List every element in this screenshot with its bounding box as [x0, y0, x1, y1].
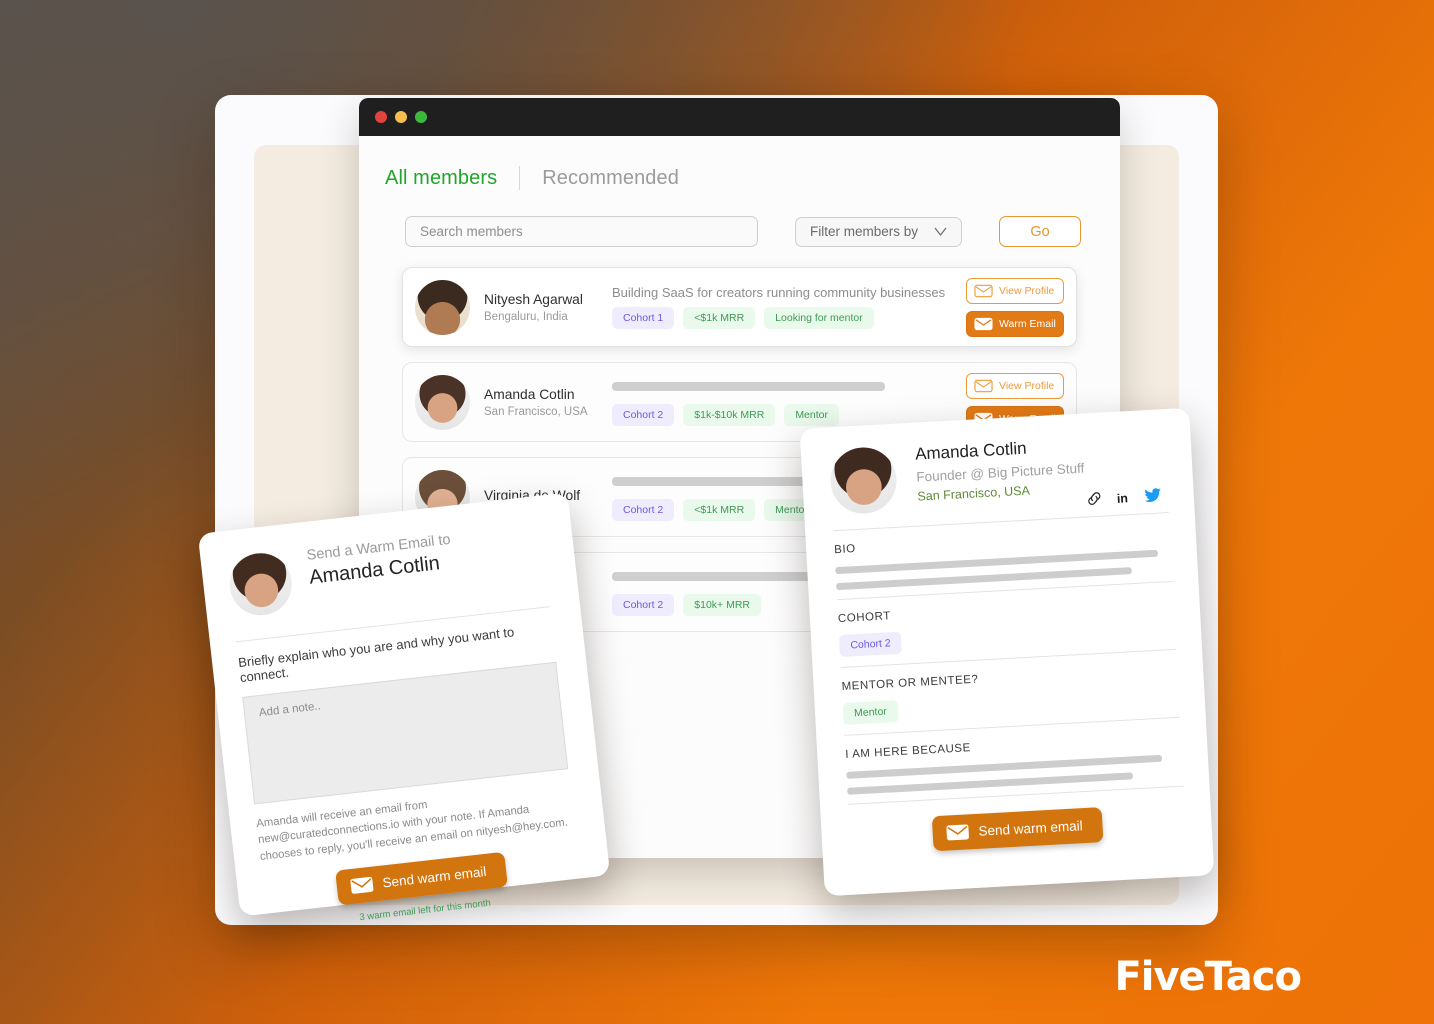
search-input[interactable]	[405, 216, 758, 247]
member-location: San Francisco, USA	[484, 406, 588, 419]
avatar	[415, 279, 470, 335]
envelope-icon	[946, 824, 969, 841]
tag-cohort: Cohort 1	[612, 307, 675, 329]
member-tags: Cohort 1 <$1k MRR Looking for mentor	[612, 307, 958, 329]
member-location: Bengaluru, India	[484, 311, 568, 324]
member-name: Amanda Cotlin	[484, 386, 575, 402]
link-icon[interactable]	[1085, 490, 1103, 508]
send-warm-email-label: Send warm email	[381, 864, 488, 891]
members-tabs: All members Recommended	[359, 166, 1120, 190]
tag-mentorship: Mentor	[784, 404, 839, 426]
view-profile-button[interactable]: View Profile	[966, 372, 1064, 399]
member-identity: Amanda Cotlin San Francisco, USA	[484, 386, 606, 418]
send-warm-email-button[interactable]: Send warm email	[931, 807, 1104, 852]
tag-mrr: $10k+ MRR	[683, 594, 762, 616]
filter-select-label: Filter members by	[810, 224, 919, 239]
avatar	[415, 374, 470, 430]
member-details: Building SaaS for creators running commu…	[606, 285, 958, 329]
warm-email-label: Warm Email	[999, 317, 1056, 330]
envelope-icon	[350, 877, 374, 894]
tag-mentorship: Looking for mentor	[764, 307, 874, 329]
warm-email-header: Send a Warm Email to Amanda Cotlin	[226, 522, 547, 619]
tab-all-members[interactable]: All members	[385, 167, 497, 190]
svg-text:in: in	[1116, 491, 1128, 506]
envelope-icon	[974, 379, 993, 392]
avatar	[828, 445, 899, 516]
member-identity: Nityesh Agarwal Bengaluru, India	[484, 291, 606, 323]
filter-members-select[interactable]: Filter members by	[795, 216, 962, 247]
tag-cohort: Cohort 2	[612, 404, 675, 426]
close-icon[interactable]	[375, 111, 387, 123]
tag-cohort: Cohort 2	[612, 594, 675, 616]
member-headline: Building SaaS for creators running commu…	[612, 285, 946, 300]
member-profile-card: Amanda Cotlin Founder @ Big Picture Stuf…	[799, 407, 1215, 897]
section-label-cohort: COHORT	[837, 610, 892, 626]
tag-mrr: <$1k MRR	[683, 499, 756, 521]
go-button[interactable]: Go	[999, 216, 1081, 247]
member-details: Cohort 2 $1k-$10k MRR Mentor	[606, 378, 958, 426]
profile-identity: Amanda Cotlin Founder @ Big Picture Stuf…	[915, 431, 1169, 516]
note-textarea[interactable]: Add a note..	[242, 661, 569, 805]
row-actions: View Profile Warm Email	[958, 277, 1064, 337]
warm-email-modal: Send a Warm Email to Amanda Cotlin Brief…	[197, 492, 611, 923]
member-name: Nityesh Agarwal	[484, 291, 583, 307]
envelope-icon	[974, 284, 993, 297]
send-warm-email-label: Send warm email	[978, 818, 1084, 839]
view-profile-label: View Profile	[999, 379, 1055, 392]
envelope-icon	[974, 317, 993, 330]
profile-header: Amanda Cotlin Founder @ Big Picture Stuf…	[828, 431, 1169, 521]
section-label-mentorship: MENTOR OR MENTEE?	[841, 673, 979, 693]
profile-tag-mentorship: Mentor	[842, 700, 899, 725]
tab-divider	[519, 166, 521, 190]
chevron-down-icon	[934, 227, 947, 236]
fivetaco-logo: FiveTaco	[1114, 954, 1302, 1000]
tag-mrr: $1k-$10k MRR	[683, 404, 776, 426]
tag-cohort: Cohort 2	[612, 499, 675, 521]
maximize-icon[interactable]	[415, 111, 427, 123]
twitter-icon[interactable]	[1144, 487, 1162, 503]
warm-email-button[interactable]: Warm Email	[966, 310, 1064, 337]
tab-recommended[interactable]: Recommended	[542, 167, 679, 190]
avatar	[226, 549, 295, 619]
headline-placeholder	[612, 382, 886, 391]
search-toolbar: Filter members by Go	[359, 216, 1120, 247]
view-profile-label: View Profile	[999, 284, 1055, 297]
table-row[interactable]: Nityesh Agarwal Bengaluru, India Buildin…	[402, 267, 1077, 347]
profile-footer: Send warm email	[849, 803, 1186, 856]
warm-email-recipient-block: Send a Warm Email to Amanda Cotlin	[306, 532, 454, 590]
tag-mrr: <$1k MRR	[683, 307, 756, 329]
profile-tag-cohort: Cohort 2	[838, 631, 903, 658]
browser-titlebar	[359, 98, 1120, 136]
view-profile-button[interactable]: View Profile	[966, 277, 1064, 304]
minimize-icon[interactable]	[395, 111, 407, 123]
linkedin-icon[interactable]: in	[1115, 489, 1132, 506]
